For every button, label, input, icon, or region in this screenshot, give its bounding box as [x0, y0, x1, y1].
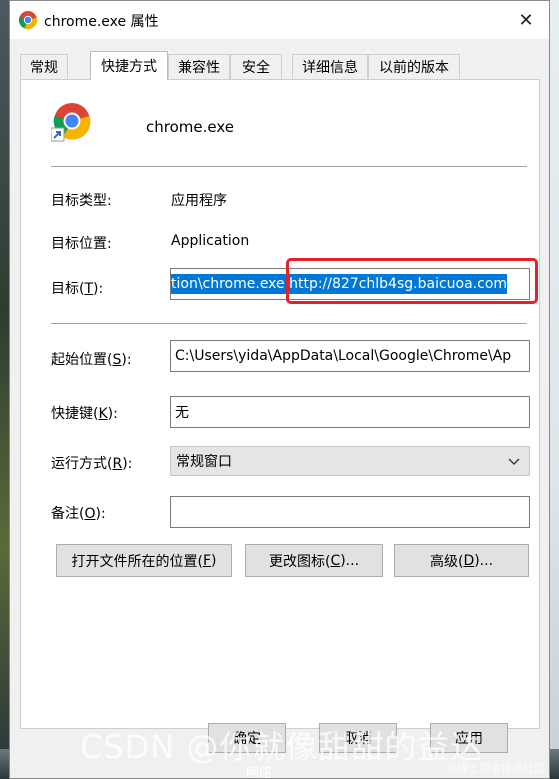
divider: [51, 166, 527, 167]
tab-compatibility[interactable]: 兼容性: [168, 54, 230, 79]
target-label: 目标(T):: [51, 281, 104, 297]
close-icon: ✕: [518, 9, 534, 31]
start-in-label: 起始位置(S):: [51, 352, 132, 368]
target-location-value: Application: [171, 233, 250, 249]
tab-shortcut[interactable]: 快捷方式: [90, 51, 168, 80]
title-bar: chrome.exe 属性 ✕: [10, 1, 549, 39]
comment-input[interactable]: [170, 496, 530, 528]
target-location-label: 目标位置:: [51, 236, 112, 252]
app-name: chrome.exe: [146, 118, 234, 136]
shortcut-panel: chrome.exe 目标类型: 应用程序 目标位置: Application …: [20, 79, 540, 729]
run-mode-select[interactable]: 常规窗口: [170, 446, 530, 476]
tab-details[interactable]: 详细信息: [292, 54, 368, 79]
window-title: chrome.exe 属性: [44, 14, 159, 30]
chrome-app-icon: [51, 103, 91, 142]
comment-label: 备注(O):: [51, 506, 106, 522]
target-type-value: 应用程序: [171, 193, 227, 209]
tab-general[interactable]: 常规: [20, 54, 68, 79]
chrome-icon: [18, 11, 38, 30]
close-button[interactable]: ✕: [503, 1, 549, 39]
target-type-label: 目标类型:: [51, 193, 112, 209]
properties-dialog: chrome.exe 属性 ✕ 常规 快捷方式 兼容性 安全 详细信息 以前的版…: [9, 0, 550, 779]
tab-security[interactable]: 安全: [230, 54, 282, 79]
open-file-location-button[interactable]: 打开文件所在的位置(F): [56, 544, 232, 577]
run-mode-value: 常规窗口: [176, 454, 232, 470]
run-label: 运行方式(R):: [51, 456, 133, 472]
highlight-box: [286, 258, 538, 304]
start-in-input[interactable]: C:\Users\yida\AppData\Local\Google\Chrom…: [170, 340, 530, 372]
divider: [51, 323, 527, 324]
csdn-watermark: CSDN @你就像甜甜的益达: [80, 728, 484, 766]
juejin-watermark: @稀土掘金技术社区: [446, 762, 545, 775]
tab-previous-versions[interactable]: 以前的版本: [368, 54, 460, 79]
chevron-down-icon: [508, 458, 520, 465]
advanced-button[interactable]: 高级(D)...: [394, 544, 529, 577]
hotkey-label: 快捷键(K):: [51, 406, 118, 422]
change-icon-button[interactable]: 更改图标(C)...: [245, 544, 383, 577]
hotkey-input[interactable]: 无: [170, 396, 530, 428]
